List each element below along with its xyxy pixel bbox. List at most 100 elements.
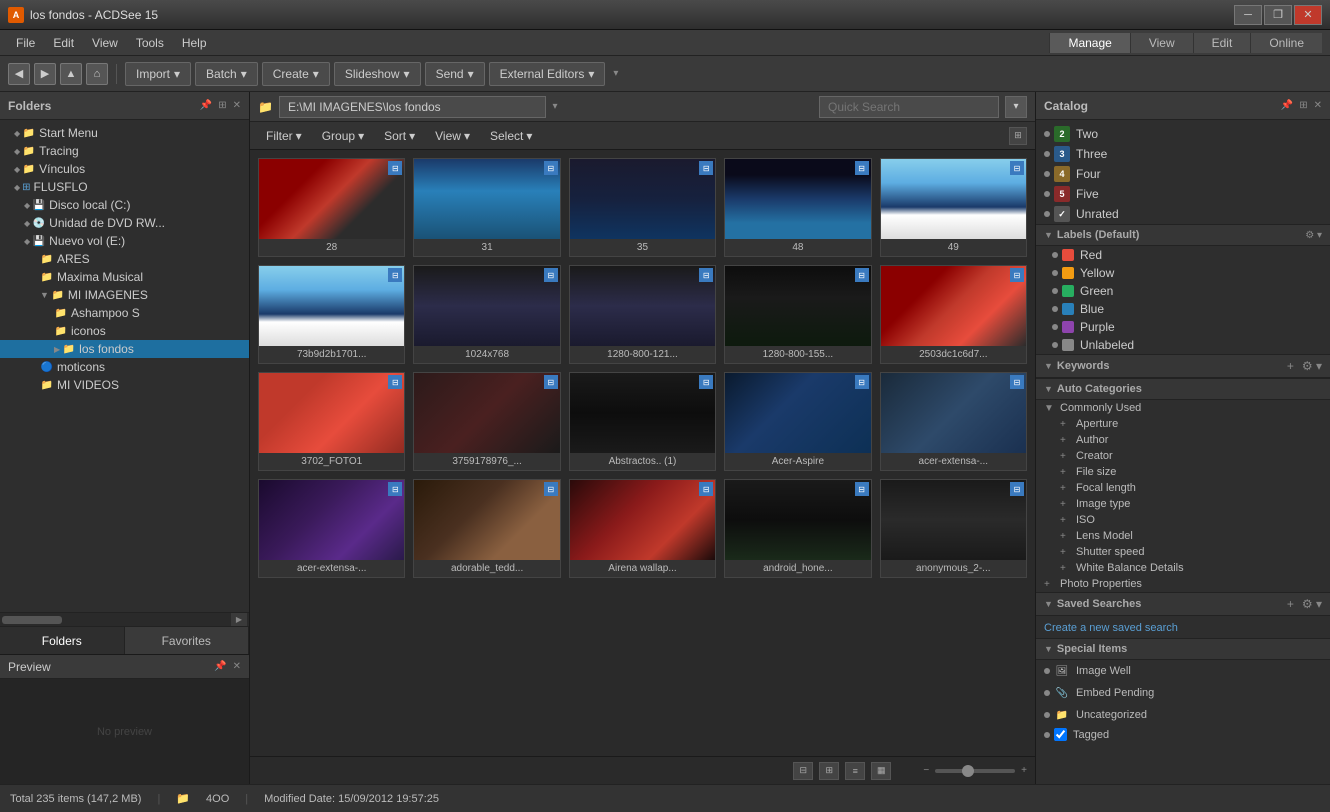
rating-five[interactable]: 5 Five <box>1036 184 1330 204</box>
gallery-item-3[interactable]: ⊟ 48 <box>724 158 871 257</box>
tree-item-iconos[interactable]: 📁 iconos <box>0 322 249 340</box>
special-uncategorized[interactable]: 📁 Uncategorized <box>1036 704 1330 726</box>
tagged-checkbox[interactable] <box>1054 728 1067 741</box>
restore-button[interactable]: ❐ <box>1264 5 1292 25</box>
tree-item-moticons[interactable]: 🔵 moticons <box>0 358 249 376</box>
saved-searches-header[interactable]: ▼ Saved Searches + ⚙ ▾ <box>1036 592 1330 616</box>
import-button[interactable]: Import ▾ <box>125 62 191 86</box>
create-saved-search-link[interactable]: Create a new saved search <box>1044 622 1178 634</box>
special-tagged[interactable]: Tagged <box>1036 726 1330 743</box>
gallery-item-15[interactable]: ⊟ acer-extensa-... <box>258 479 405 578</box>
cat-creator[interactable]: + Creator <box>1036 448 1330 464</box>
tree-item-dvdrw[interactable]: ◆ 💿 Unidad de DVD RW... <box>0 214 249 232</box>
tab-manage[interactable]: Manage <box>1049 33 1129 53</box>
cat-focal[interactable]: + Focal length <box>1036 480 1330 496</box>
zoom-slider[interactable] <box>935 769 1015 773</box>
search-input[interactable] <box>819 96 999 118</box>
minimize-button[interactable]: ─ <box>1234 5 1262 25</box>
send-button[interactable]: Send ▾ <box>425 62 485 86</box>
tree-item-mi-imagenes[interactable]: ▼ 📁 MI IMAGENES <box>0 286 249 304</box>
keywords-add-icon[interactable]: + <box>1287 359 1294 373</box>
saved-add-icon[interactable]: + <box>1287 597 1294 611</box>
cat-photo-properties[interactable]: + Photo Properties <box>1036 576 1330 592</box>
up-button[interactable]: ▲ <box>60 63 82 85</box>
cat-whitebalance[interactable]: + White Balance Details <box>1036 560 1330 576</box>
menu-file[interactable]: File <box>8 33 43 53</box>
horizontal-scrollbar[interactable]: ▶ <box>0 612 249 626</box>
special-embed-pending[interactable]: 📎 Embed Pending <box>1036 682 1330 704</box>
external-editors-button[interactable]: External Editors ▾ <box>489 62 606 86</box>
gallery-toggle-icon[interactable]: ⊞ <box>1009 127 1027 145</box>
gallery-item-0[interactable]: ⊟ 28 <box>258 158 405 257</box>
catalog-pin-icon[interactable]: 📌 <box>1281 100 1293 111</box>
auto-categories-header[interactable]: ▼ Auto Categories <box>1036 378 1330 400</box>
view-button[interactable]: View ▾ <box>427 127 478 145</box>
gallery-view-btn-2[interactable]: ⊞ <box>819 762 839 780</box>
folders-expand-icon[interactable]: ⊞ <box>218 100 226 111</box>
rating-four[interactable]: 4 Four <box>1036 164 1330 184</box>
rating-three[interactable]: 3 Three <box>1036 144 1330 164</box>
special-image-well[interactable]: 🖼 Image Well <box>1036 660 1330 682</box>
gallery-item-13[interactable]: ⊟ Acer-Aspire <box>724 372 871 471</box>
tab-favorites[interactable]: Favorites <box>125 627 250 654</box>
gallery-item-17[interactable]: ⊟ Airena wallap... <box>569 479 716 578</box>
commonly-used-item[interactable]: ▼ Commonly Used <box>1036 400 1330 416</box>
slideshow-button[interactable]: Slideshow ▾ <box>334 62 421 86</box>
gallery-item-8[interactable]: ⊟ 1280-800-155... <box>724 265 871 364</box>
preview-pin-icon[interactable]: 📌 <box>214 661 226 672</box>
tree-item-ashampoo[interactable]: 📁 Ashampoo S <box>0 304 249 322</box>
filter-button[interactable]: Filter ▾ <box>258 127 310 145</box>
path-input[interactable] <box>279 96 547 118</box>
cat-author[interactable]: + Author <box>1036 432 1330 448</box>
tree-item-tracing[interactable]: ◆ 📁 Tracing <box>0 142 249 160</box>
tree-item-maxima[interactable]: 📁 Maxima Musical <box>0 268 249 286</box>
gallery-item-7[interactable]: ⊟ 1280-800-121... <box>569 265 716 364</box>
tab-view[interactable]: View <box>1130 33 1193 53</box>
forward-button[interactable]: ▶ <box>34 63 56 85</box>
label-red[interactable]: Red <box>1036 246 1330 264</box>
menu-edit[interactable]: Edit <box>45 33 82 53</box>
label-green[interactable]: Green <box>1036 282 1330 300</box>
saved-gear-icon[interactable]: ⚙ ▾ <box>1302 597 1322 611</box>
labels-section-header[interactable]: ▼ Labels (Default) ⚙ ▾ <box>1036 224 1330 246</box>
gallery-item-18[interactable]: ⊟ android_hone... <box>724 479 871 578</box>
create-button[interactable]: Create ▾ <box>262 62 330 86</box>
search-button[interactable]: ▾ <box>1005 96 1027 118</box>
batch-button[interactable]: Batch ▾ <box>195 62 258 86</box>
select-button[interactable]: Select ▾ <box>482 127 540 145</box>
home-button[interactable]: ⌂ <box>86 63 108 85</box>
tree-item-vinculos[interactable]: ◆ 📁 Vínculos <box>0 160 249 178</box>
menu-tools[interactable]: Tools <box>128 33 172 53</box>
tree-item-ares[interactable]: 📁 ARES <box>0 250 249 268</box>
cat-imagetype[interactable]: + Image type <box>1036 496 1330 512</box>
keywords-gear-icon[interactable]: ⚙ ▾ <box>1302 359 1322 373</box>
tab-edit[interactable]: Edit <box>1193 33 1251 53</box>
cat-iso[interactable]: + ISO <box>1036 512 1330 528</box>
folders-close-icon[interactable]: ✕ <box>233 100 241 111</box>
close-button[interactable]: ✕ <box>1294 5 1322 25</box>
gallery-item-4[interactable]: ⊟ 49 <box>880 158 1027 257</box>
tree-item-disco-c[interactable]: ◆ 💾 Disco local (C:) <box>0 196 249 214</box>
cat-shutter[interactable]: + Shutter speed <box>1036 544 1330 560</box>
tab-online[interactable]: Online <box>1250 33 1322 53</box>
cat-lensmodel[interactable]: + Lens Model <box>1036 528 1330 544</box>
tree-item-mi-videos[interactable]: 📁 MI VIDEOS <box>0 376 249 394</box>
keywords-header[interactable]: ▼ Keywords + ⚙ ▾ <box>1036 354 1330 378</box>
labels-gear-icon[interactable]: ⚙ ▾ <box>1305 230 1322 241</box>
tab-folders[interactable]: Folders <box>0 627 125 654</box>
scrollbar-thumb[interactable] <box>2 616 62 624</box>
sort-button[interactable]: Sort ▾ <box>376 127 423 145</box>
gallery-item-10[interactable]: ⊟ 3702_FOTO1 <box>258 372 405 471</box>
cat-filesize[interactable]: + File size <box>1036 464 1330 480</box>
preview-close-icon[interactable]: ✕ <box>233 661 241 672</box>
menu-help[interactable]: Help <box>174 33 215 53</box>
tree-item-nuevo-e[interactable]: ◆ 💾 Nuevo vol (E:) <box>0 232 249 250</box>
gallery-item-1[interactable]: ⊟ 31 <box>413 158 560 257</box>
gallery-item-11[interactable]: ⊟ 3759178976_... <box>413 372 560 471</box>
gallery-item-14[interactable]: ⊟ acer-extensa-... <box>880 372 1027 471</box>
window-controls[interactable]: ─ ❐ ✕ <box>1234 5 1322 25</box>
gallery-view-btn-1[interactable]: ⊟ <box>793 762 813 780</box>
gallery-item-19[interactable]: ⊟ anonymous_2-... <box>880 479 1027 578</box>
label-unlabeled[interactable]: Unlabeled <box>1036 336 1330 354</box>
rating-two[interactable]: 2 Two <box>1036 124 1330 144</box>
